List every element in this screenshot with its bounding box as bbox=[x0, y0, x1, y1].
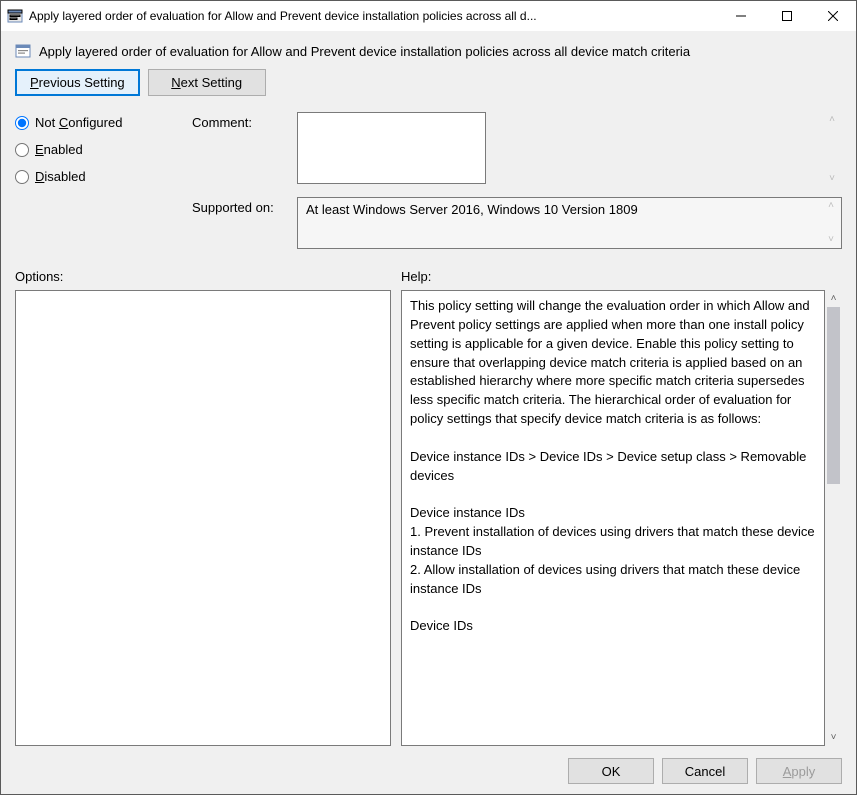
comment-scrollbar[interactable]: ˄ ˅ bbox=[825, 115, 839, 184]
comment-input[interactable] bbox=[297, 112, 486, 184]
options-label: Options: bbox=[15, 269, 401, 284]
dialog-footer: OK Cancel Apply bbox=[15, 746, 842, 784]
options-panel bbox=[15, 290, 391, 746]
next-rest: ext Setting bbox=[181, 75, 242, 90]
help-scrollbar[interactable]: ˄ ˅ bbox=[825, 290, 842, 746]
radio-not-configured-input[interactable] bbox=[15, 116, 29, 130]
supported-text: At least Windows Server 2016, Windows 10… bbox=[306, 202, 638, 217]
help-label: Help: bbox=[401, 269, 842, 284]
scroll-down-icon[interactable]: ˅ bbox=[825, 174, 839, 184]
window-title: Apply layered order of evaluation for Al… bbox=[29, 9, 718, 23]
next-accel: N bbox=[171, 75, 180, 90]
scroll-up-icon[interactable]: ˄ bbox=[825, 115, 839, 125]
policy-app-icon bbox=[7, 8, 23, 24]
panels-row: This policy setting will change the eval… bbox=[15, 290, 842, 746]
titlebar[interactable]: Apply layered order of evaluation for Al… bbox=[1, 1, 856, 31]
help-wrap: This policy setting will change the eval… bbox=[401, 290, 842, 746]
maximize-button[interactable] bbox=[764, 1, 810, 31]
comment-row: Comment: ˄ ˅ bbox=[192, 112, 842, 187]
policy-header: Apply layered order of evaluation for Al… bbox=[15, 43, 842, 59]
policy-icon bbox=[15, 43, 31, 59]
scroll-down-icon[interactable]: ˅ bbox=[825, 729, 842, 746]
client-area: Apply layered order of evaluation for Al… bbox=[1, 31, 856, 794]
cancel-button[interactable]: Cancel bbox=[662, 758, 748, 784]
radio-disabled-input[interactable] bbox=[15, 170, 29, 184]
previous-setting-button[interactable]: Previous Setting bbox=[15, 69, 140, 96]
scroll-track[interactable] bbox=[825, 307, 842, 729]
supported-label: Supported on: bbox=[192, 197, 287, 215]
supported-scrollbar: ˄ ˅ bbox=[824, 201, 838, 245]
supported-row: Supported on: At least Windows Server 20… bbox=[192, 197, 842, 249]
help-panel[interactable]: This policy setting will change the eval… bbox=[401, 290, 825, 746]
supported-value: At least Windows Server 2016, Windows 10… bbox=[297, 197, 842, 249]
panel-labels: Options: Help: bbox=[15, 269, 842, 284]
minimize-button[interactable] bbox=[718, 1, 764, 31]
policy-title: Apply layered order of evaluation for Al… bbox=[39, 44, 690, 59]
radio-not-configured[interactable]: Not Configured bbox=[15, 115, 180, 130]
scroll-up-icon[interactable]: ˄ bbox=[825, 290, 842, 307]
state-radios: Not Configured Enabled Disabled bbox=[15, 112, 180, 249]
prev-rest: revious Setting bbox=[39, 75, 125, 90]
ok-button[interactable]: OK bbox=[568, 758, 654, 784]
nav-buttons: Previous Setting Next Setting bbox=[15, 69, 842, 96]
next-setting-button[interactable]: Next Setting bbox=[148, 69, 266, 96]
dialog-window: Apply layered order of evaluation for Al… bbox=[0, 0, 857, 795]
window-buttons bbox=[718, 1, 856, 31]
apply-button: Apply bbox=[756, 758, 842, 784]
scroll-thumb[interactable] bbox=[827, 307, 840, 484]
radio-enabled-input[interactable] bbox=[15, 143, 29, 157]
scroll-down-icon: ˅ bbox=[824, 235, 838, 245]
fields-column: Comment: ˄ ˅ Supported on: At least Wind… bbox=[192, 112, 842, 249]
prev-accel: P bbox=[30, 75, 39, 90]
comment-label: Comment: bbox=[192, 112, 287, 130]
settings-row: Not Configured Enabled Disabled Comment: bbox=[15, 112, 842, 249]
radio-enabled[interactable]: Enabled bbox=[15, 142, 180, 157]
scroll-up-icon: ˄ bbox=[824, 201, 838, 211]
radio-disabled[interactable]: Disabled bbox=[15, 169, 180, 184]
close-button[interactable] bbox=[810, 1, 856, 31]
